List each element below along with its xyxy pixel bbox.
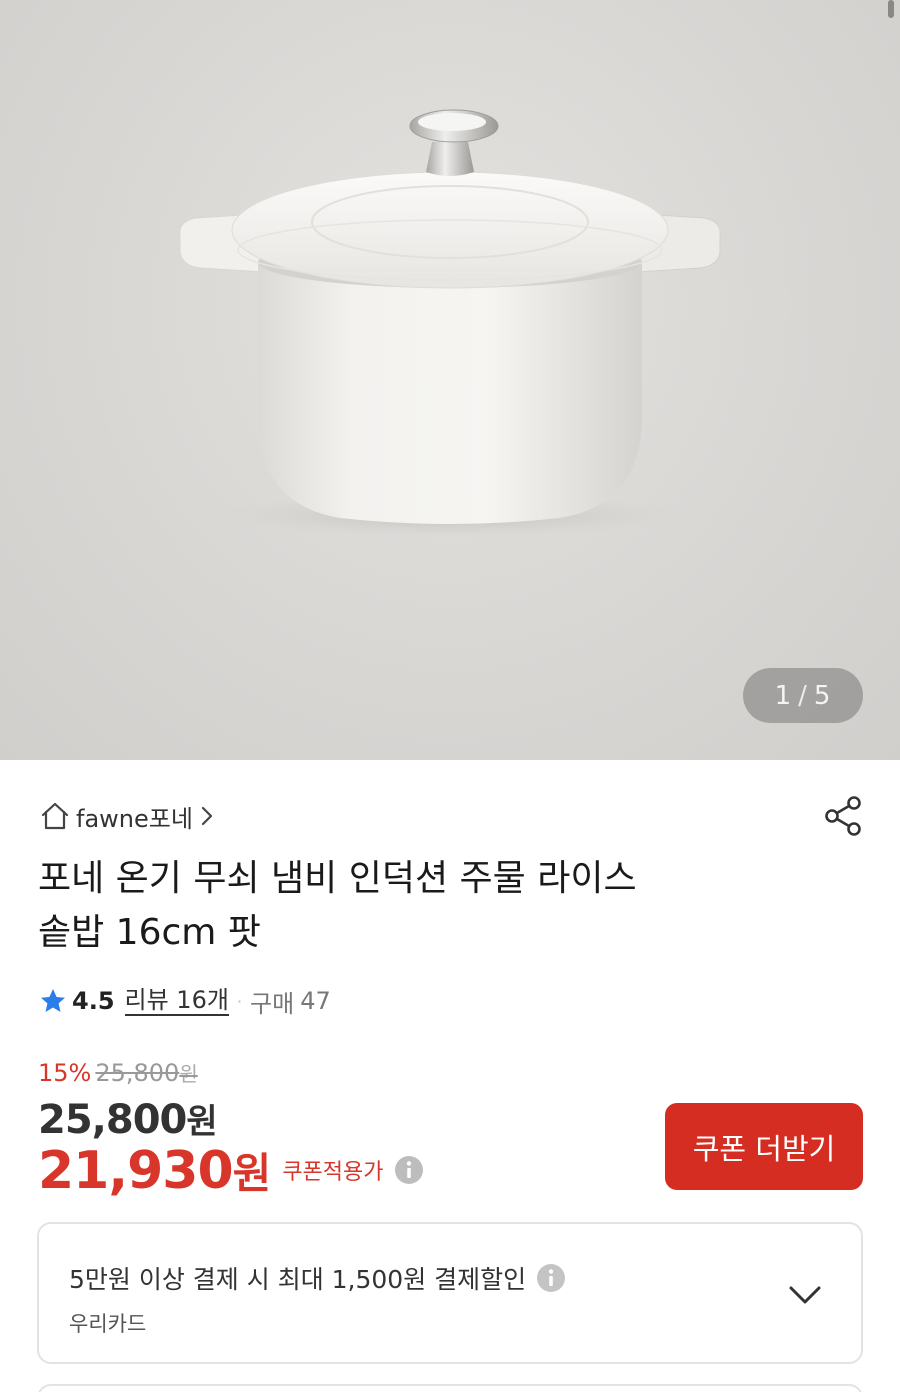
product-title: 포네 온기 무쇠 냄비 인덕션 주물 라이스 솥밥 16cm 팟: [38, 852, 798, 960]
purchase-count: 47: [300, 987, 331, 1015]
share-button[interactable]: [818, 793, 868, 839]
discount-row: 15% 25,800원: [38, 1058, 198, 1090]
home-icon: [38, 799, 72, 833]
chevron-down-icon[interactable]: [787, 1282, 823, 1308]
rating-row: 4.5 리뷰 16개 · 구매 47: [38, 982, 331, 1020]
seller-name: fawne포네: [76, 804, 193, 833]
coupon-price: 21,930원: [38, 1140, 272, 1201]
sale-price: 25,800원: [38, 1094, 218, 1143]
coupon-price-unit: 원: [232, 1148, 272, 1198]
rating-value: 4.5: [72, 987, 115, 1015]
discount-rate: 15%: [38, 1059, 92, 1087]
coupon-price-row: 21,930원 쿠폰적용가: [38, 1140, 424, 1201]
next-panel-edge: [37, 1384, 863, 1392]
separator-dot: ·: [236, 991, 243, 1011]
get-more-coupons-button[interactable]: 쿠폰 더받기: [665, 1103, 863, 1190]
chevron-right-icon: [197, 804, 217, 828]
card-discount-title-row: 5만원 이상 결제 시 최대 1,500원 결제할인: [69, 1260, 566, 1296]
star-icon: [38, 986, 68, 1016]
info-icon[interactable]: [536, 1263, 566, 1293]
page-total: 5: [813, 680, 832, 711]
sale-price-value: 25,800: [38, 1097, 187, 1143]
card-discount-title: 5만원 이상 결제 시 최대 1,500원 결제할인: [69, 1265, 527, 1294]
coupon-price-value: 21,930: [38, 1140, 234, 1201]
page-current: 1: [774, 680, 793, 711]
original-price-unit: 원: [179, 1062, 198, 1086]
image-page-counter: 1 / 5: [743, 668, 863, 723]
original-price-value: 25,800: [95, 1059, 180, 1087]
coupon-applied-label: 쿠폰적용가: [282, 1160, 384, 1185]
page-separator: /: [798, 680, 808, 711]
product-image-gallery[interactable]: 1 / 5: [0, 0, 900, 760]
original-price: 25,800원: [95, 1058, 197, 1087]
review-count-link[interactable]: 리뷰 16개: [124, 986, 229, 1016]
scrollbar[interactable]: [888, 0, 894, 18]
info-icon[interactable]: [394, 1155, 424, 1185]
product-title-line1: 포네 온기 무쇠 냄비 인덕션 주물 라이스: [38, 858, 637, 899]
card-discount-panel[interactable]: 5만원 이상 결제 시 최대 1,500원 결제할인 우리카드: [37, 1222, 863, 1364]
product-image: [179, 109, 721, 537]
sale-price-unit: 원: [186, 1102, 217, 1142]
product-title-line2: 솥밥 16cm 팟: [38, 912, 261, 953]
card-name: 우리카드: [69, 1312, 147, 1336]
seller-link[interactable]: fawne포네: [38, 796, 217, 836]
purchase-label: 구매: [250, 989, 295, 1018]
share-icon: [821, 794, 865, 838]
